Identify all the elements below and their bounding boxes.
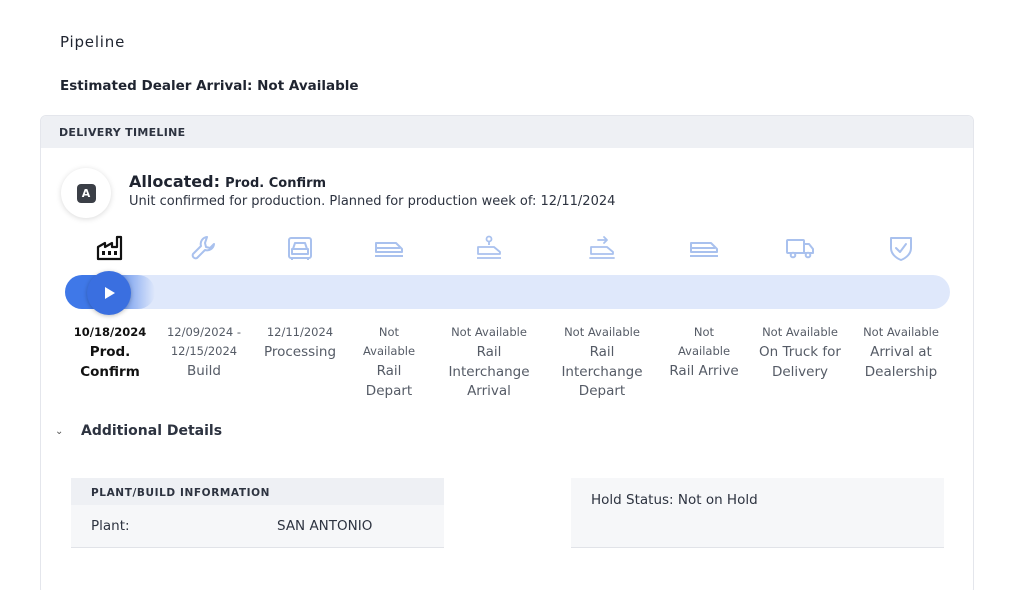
step-date: 12/09/2024 - 12/15/2024 bbox=[166, 325, 242, 358]
step-prod-confirm: 10/18/2024 Prod. Confirm bbox=[62, 323, 158, 382]
delivery-timeline-card: DELIVERY TIMELINE A Allocated: Prod. Con… bbox=[40, 115, 974, 590]
step-date: Not Available bbox=[863, 325, 939, 339]
status-sub: Prod. Confirm bbox=[225, 176, 327, 191]
plant-build-header: PLANT/BUILD INFORMATION bbox=[71, 478, 444, 505]
status-badge: A bbox=[61, 168, 111, 218]
additional-details-label: Additional Details bbox=[81, 423, 223, 439]
step-label: On Truck for Delivery bbox=[759, 344, 841, 380]
step-rail-arrive: Not Available Rail Arrive bbox=[656, 323, 752, 382]
progress-track bbox=[65, 275, 950, 309]
step-date: Not Available bbox=[762, 325, 838, 339]
status-main: Allocated: bbox=[129, 172, 220, 191]
plant-row: Plant: SAN ANTONIO bbox=[71, 505, 444, 548]
wrench-icon bbox=[189, 233, 219, 263]
page-title: Pipeline bbox=[60, 33, 126, 51]
step-rail-interchange-arrival: Not Available Rail Interchange Arrival bbox=[441, 323, 537, 402]
plant-build-panel: PLANT/BUILD INFORMATION Plant: SAN ANTON… bbox=[71, 478, 444, 548]
status-description: Unit confirmed for production. Planned f… bbox=[129, 194, 616, 209]
railcar-icon bbox=[689, 233, 719, 263]
step-processing: 12/11/2024 Processing bbox=[252, 323, 348, 363]
step-arrival-dealership: Not Available Arrival at Dealership bbox=[853, 323, 949, 382]
plant-value: SAN ANTONIO bbox=[277, 518, 373, 534]
estimated-dealer-arrival: Estimated Dealer Arrival: Not Available bbox=[60, 78, 359, 94]
step-rail-depart: Not Available Rail Depart bbox=[341, 323, 437, 401]
hold-status-panel: Hold Status: Not on Hold bbox=[571, 478, 944, 548]
status-letter: A bbox=[76, 183, 96, 203]
hold-status-text: Hold Status: Not on Hold bbox=[591, 492, 758, 508]
step-date: Not Available bbox=[677, 325, 731, 358]
step-date: Not Available bbox=[362, 325, 416, 358]
shield-check-icon bbox=[886, 233, 916, 263]
plant-key: Plant: bbox=[91, 518, 130, 534]
step-label: Rail Interchange Arrival bbox=[448, 344, 530, 399]
railcar-icon bbox=[374, 233, 404, 263]
step-date: 10/18/2024 bbox=[73, 325, 147, 339]
delivery-timeline-header: DELIVERY TIMELINE bbox=[41, 116, 973, 148]
step-label: Arrival at Dealership bbox=[864, 344, 938, 380]
additional-details-toggle[interactable]: ⌄ Additional Details bbox=[55, 423, 222, 439]
step-label: Rail Depart bbox=[365, 363, 413, 399]
step-date: Not Available bbox=[451, 325, 527, 339]
rail-pin-icon bbox=[474, 233, 504, 263]
step-label: Rail Arrive bbox=[669, 363, 739, 379]
rail-arrow-icon bbox=[587, 233, 617, 263]
step-date: Not Available bbox=[564, 325, 640, 339]
step-label: Build bbox=[187, 363, 221, 379]
status-title: Allocated: Prod. Confirm bbox=[129, 172, 326, 191]
chevron-down-icon: ⌄ bbox=[55, 425, 64, 437]
play-icon bbox=[105, 287, 115, 299]
play-button[interactable] bbox=[87, 271, 131, 315]
step-build: 12/09/2024 - 12/15/2024 Build bbox=[156, 323, 252, 382]
truck-icon bbox=[785, 233, 815, 263]
step-label: Processing bbox=[263, 344, 337, 360]
step-date: 12/11/2024 bbox=[266, 325, 334, 339]
step-on-truck: Not Available On Truck for Delivery bbox=[752, 323, 848, 382]
step-label: Prod. Confirm bbox=[80, 344, 140, 380]
step-rail-interchange-depart: Not Available Rail Interchange Depart bbox=[554, 323, 650, 402]
car-front-icon bbox=[285, 233, 315, 263]
factory-icon bbox=[95, 233, 125, 263]
step-label: Rail Interchange Depart bbox=[561, 344, 643, 399]
